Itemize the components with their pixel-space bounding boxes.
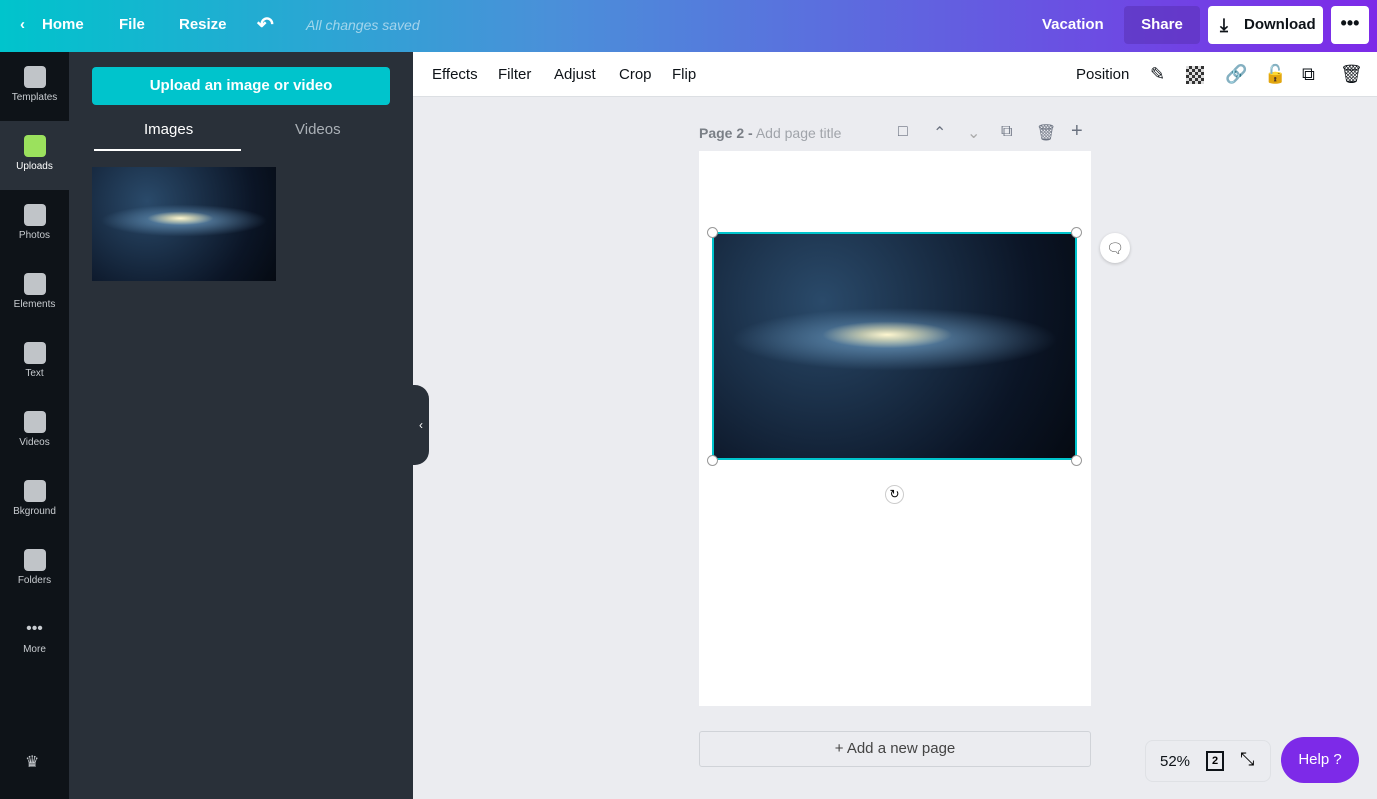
rail-text[interactable]: Text: [0, 328, 69, 397]
rail-videos[interactable]: Videos: [0, 397, 69, 466]
upload-cloud-icon: [23, 135, 46, 157]
undo-icon[interactable]: ↶: [257, 12, 274, 37]
rail-folders[interactable]: Folders: [0, 535, 69, 604]
adjust-button[interactable]: Adjust: [554, 66, 596, 83]
filter-button[interactable]: Filter: [498, 66, 531, 83]
rail-templates[interactable]: Templates: [0, 52, 69, 121]
download-button[interactable]: ⤓ Download: [1208, 6, 1323, 44]
selected-galaxy-image[interactable]: [712, 232, 1077, 460]
resize-handle[interactable]: [707, 227, 718, 238]
page-title-input[interactable]: Add page title: [756, 125, 842, 141]
zoom-controls: 52% 2 ⤡: [1145, 740, 1271, 782]
share-button[interactable]: Share: [1124, 6, 1200, 44]
crop-button[interactable]: Crop: [619, 66, 652, 83]
rail-label: More: [23, 644, 46, 655]
rail-label: Videos: [19, 437, 50, 448]
design-title[interactable]: Vacation: [1042, 16, 1104, 33]
video-icon: [23, 411, 46, 433]
page-header: Page 2 - Add page title: [699, 125, 841, 141]
rail-more[interactable]: ••• More: [0, 604, 69, 673]
upload-button[interactable]: Upload an image or video: [92, 67, 390, 105]
download-icon: ⤓: [1220, 15, 1228, 35]
unlock-icon[interactable]: 🔓: [1264, 64, 1286, 85]
download-label: Download: [1244, 16, 1316, 33]
context-toolbar: Effects Filter Adjust Crop Flip Position…: [413, 52, 1377, 97]
rail-label: Templates: [11, 92, 58, 103]
uploads-panel: Upload an image or video Images Videos: [69, 52, 413, 799]
add-page-icon[interactable]: +: [1071, 120, 1083, 143]
add-page-button[interactable]: + Add a new page: [699, 731, 1091, 767]
rail-label: Uploads: [16, 161, 53, 172]
page-count-button[interactable]: 2: [1206, 751, 1224, 771]
background-icon: [23, 480, 46, 502]
rail-label: Elements: [13, 299, 56, 310]
effects-button[interactable]: Effects: [432, 66, 478, 83]
flip-button[interactable]: Flip: [672, 66, 696, 83]
rail-label: Photos: [18, 230, 51, 241]
rail-background[interactable]: Bkground: [0, 466, 69, 535]
more-dots-icon: •••: [26, 620, 43, 637]
link-icon[interactable]: 🔗: [1225, 64, 1247, 85]
rail-label: Bkground: [13, 506, 56, 517]
elements-icon: [23, 273, 46, 295]
rotate-icon[interactable]: ↻: [885, 485, 904, 504]
chevron-down-icon[interactable]: ⌄: [967, 123, 980, 143]
chevron-up-icon[interactable]: ⌃: [933, 123, 946, 143]
add-comment-icon[interactable]: 🗨: [1100, 233, 1130, 263]
position-button[interactable]: Position: [1076, 66, 1129, 83]
active-tab-indicator: [94, 149, 241, 151]
collapse-panel-button[interactable]: ‹: [413, 385, 429, 465]
resize-handle[interactable]: [1071, 227, 1082, 238]
file-menu[interactable]: File: [119, 16, 145, 33]
crown-icon[interactable]: ♛: [25, 752, 39, 772]
top-bar: ‹ Home File Resize ↶ All changes saved V…: [0, 0, 1377, 52]
folder-icon: [23, 549, 46, 571]
zoom-level[interactable]: 52%: [1160, 753, 1190, 770]
help-button[interactable]: Help ?: [1281, 737, 1359, 783]
text-icon: [23, 342, 46, 364]
home-button[interactable]: Home: [42, 16, 84, 33]
tab-images[interactable]: Images: [144, 121, 193, 138]
delete-page-icon[interactable]: 🗑: [1036, 123, 1056, 143]
rail-label: Folders: [17, 575, 52, 586]
paint-roller-icon[interactable]: ✎: [1150, 64, 1165, 85]
duplicate-icon[interactable]: ⧉: [1302, 64, 1315, 85]
save-status: All changes saved: [306, 17, 420, 33]
chevron-left-icon[interactable]: ‹: [20, 16, 25, 33]
trash-icon[interactable]: 🗑: [1340, 64, 1363, 85]
photos-icon: [23, 204, 46, 226]
rail-photos[interactable]: Photos: [0, 190, 69, 259]
transparency-icon[interactable]: [1186, 66, 1204, 84]
page-number: Page 2 -: [699, 125, 753, 141]
resize-handle[interactable]: [707, 455, 718, 466]
note-icon[interactable]: □: [898, 123, 908, 141]
fullscreen-icon[interactable]: ⤡: [1240, 749, 1254, 770]
side-rail: Templates Uploads Photos Elements Text V…: [0, 52, 69, 799]
resize-button[interactable]: Resize: [179, 16, 227, 33]
rail-elements[interactable]: Elements: [0, 259, 69, 328]
rail-label: Text: [25, 368, 44, 379]
rail-uploads[interactable]: Uploads: [0, 121, 69, 190]
tab-videos[interactable]: Videos: [295, 121, 341, 138]
uploaded-image-thumbnail[interactable]: [92, 167, 276, 281]
more-options-button[interactable]: •••: [1331, 6, 1369, 44]
templates-icon: [23, 66, 46, 88]
resize-handle[interactable]: [1071, 455, 1082, 466]
duplicate-page-icon[interactable]: ⧉: [1001, 123, 1012, 141]
